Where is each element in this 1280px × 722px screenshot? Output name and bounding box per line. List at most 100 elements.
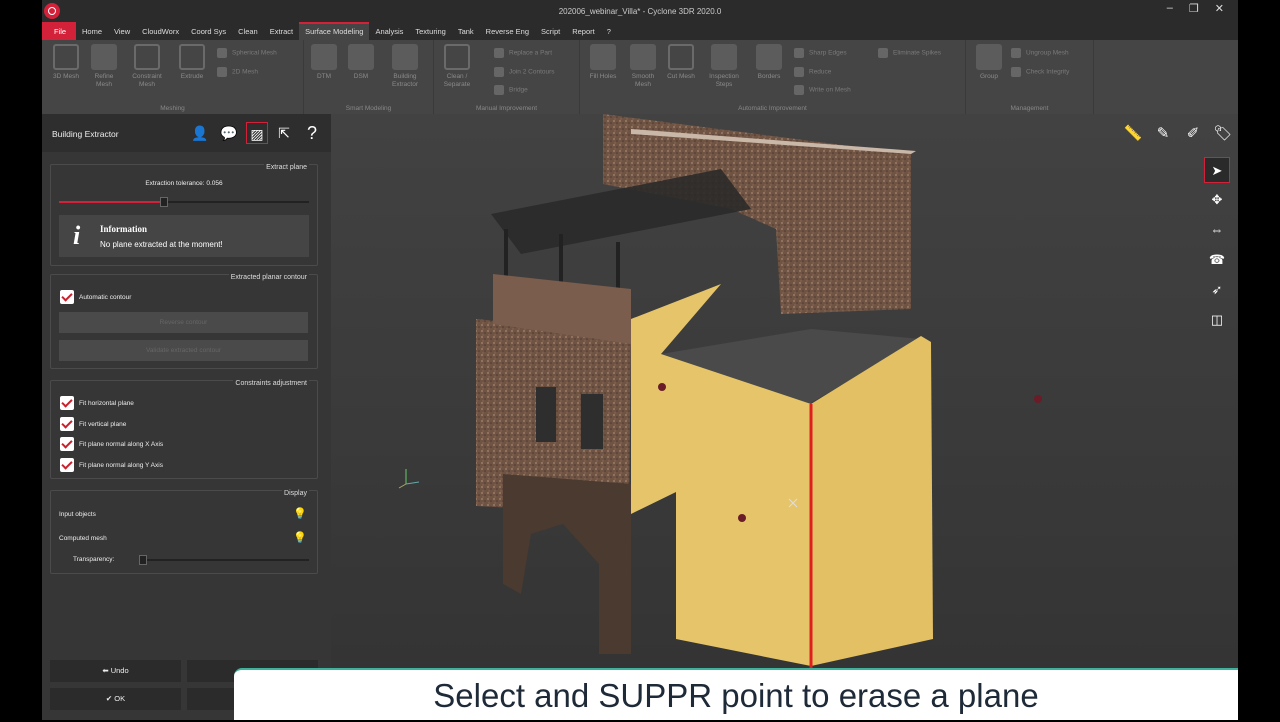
group-button[interactable]: Group <box>972 44 1006 81</box>
tab-home[interactable]: Home <box>76 22 108 40</box>
fit-view-icon[interactable]: ⇔ <box>1204 217 1230 243</box>
tab-extract[interactable]: Extract <box>264 22 299 40</box>
tab-analysis[interactable]: Analysis <box>369 22 409 40</box>
tolerance-label: Extraction tolerance: 0.056 <box>145 180 223 187</box>
profile-icon[interactable]: ✐ <box>1181 122 1205 146</box>
measure-ruler-icon[interactable]: 📏 <box>1121 122 1145 146</box>
eliminate-spikes-button[interactable]: Eliminate Spikes <box>878 48 941 58</box>
constraint-mesh-button[interactable]: Constraint Mesh <box>130 44 164 89</box>
planar-contour-section: Extracted planar contour Automatic conto… <box>50 274 318 369</box>
tab-surface-modeling[interactable]: Surface Modeling <box>299 22 370 40</box>
axis-gizmo <box>398 469 420 489</box>
restore-icon[interactable]: ❐ <box>1189 2 1199 15</box>
transparency-slider[interactable] <box>139 555 309 565</box>
bridge-button[interactable]: Bridge <box>494 85 528 95</box>
tab-file[interactable]: File <box>42 22 76 40</box>
section-title: Extract plane <box>264 164 309 171</box>
validate-contour-button[interactable]: Validate extracted contour <box>59 340 308 361</box>
undo-button[interactable]: ⬅ Undo <box>50 660 181 682</box>
sharp-edges-button[interactable]: Sharp Edges <box>794 48 847 58</box>
transparency-thumb[interactable] <box>139 555 147 565</box>
transparency-label: Transparency: <box>73 556 115 563</box>
dsm-icon <box>348 44 374 70</box>
group-label: Automatic Improvement <box>738 105 807 112</box>
computed-mesh-label: Computed mesh <box>59 535 107 542</box>
close-icon[interactable]: ✕ <box>1215 2 1224 15</box>
fit-y-axis-checkbox[interactable] <box>60 458 74 472</box>
undo-arrow-icon: ⬅ <box>102 666 111 675</box>
building-extractor-button[interactable]: Building Extractor <box>388 44 422 89</box>
join-contours-button[interactable]: Join 2 Contours <box>494 67 555 77</box>
dsm-button[interactable]: DSM <box>344 44 378 81</box>
tolerance-slider[interactable] <box>59 197 309 207</box>
navigate-icon[interactable]: ➶ <box>1204 277 1230 303</box>
tab-texturing[interactable]: Texturing <box>409 22 451 40</box>
funnel-icon <box>794 67 804 77</box>
clean-separate-button[interactable]: Clean / Separate <box>437 44 477 89</box>
write-icon <box>794 85 804 95</box>
fill-holes-button[interactable]: Fill Holes <box>586 44 620 81</box>
fit-vertical-checkbox[interactable] <box>60 417 74 431</box>
check-integrity-button[interactable]: Check Integrity <box>1011 67 1069 77</box>
reduce-button[interactable]: Reduce <box>794 67 831 77</box>
user-icon[interactable]: 👤 <box>189 122 211 144</box>
reverse-contour-button[interactable]: Reverse contour <box>59 312 308 333</box>
information-box: i Information No plane extracted at the … <box>59 215 309 257</box>
tab-report[interactable]: Report <box>566 22 601 40</box>
tolerance-fill <box>59 201 164 203</box>
camera-icon[interactable]: ☎ <box>1204 247 1230 273</box>
3d-mesh-button[interactable]: 3D Mesh <box>49 44 83 81</box>
tag-icon[interactable]: 🏷 <box>1211 122 1235 146</box>
section-title: Extracted planar contour <box>228 274 309 281</box>
building-extractor-panel: Building Extractor 👤 💬 ▨ ⇱ ? Extract pla… <box>42 114 331 720</box>
write-on-mesh-button[interactable]: Write on Mesh <box>794 85 851 95</box>
minimize-icon[interactable]: – <box>1167 2 1173 15</box>
tab-tank[interactable]: Tank <box>452 22 480 40</box>
tolerance-thumb[interactable] <box>160 197 168 207</box>
fit-x-axis-checkbox[interactable] <box>60 437 74 451</box>
smooth-mesh-button[interactable]: Smooth Mesh <box>626 44 660 89</box>
cut-mesh-button[interactable]: Cut Mesh <box>664 44 698 81</box>
visibility-bulb-icon[interactable]: 💡 <box>293 531 307 544</box>
tab-coord-sys[interactable]: Coord Sys <box>185 22 232 40</box>
dtm-button[interactable]: DTM <box>307 44 341 81</box>
fit-horizontal-checkbox[interactable] <box>60 396 74 410</box>
ungroup-mesh-button[interactable]: Ungroup Mesh <box>1011 48 1069 58</box>
mesh-2d-icon <box>217 67 227 77</box>
tab-clean[interactable]: Clean <box>232 22 264 40</box>
tab-reverse-eng[interactable]: Reverse Eng <box>480 22 535 40</box>
panel-header: Building Extractor 👤 💬 ▨ ⇱ ? <box>42 114 331 152</box>
extrude-button[interactable]: Extrude <box>175 44 209 81</box>
info-text: No plane extracted at the moment! <box>100 240 223 249</box>
select-cursor-icon[interactable]: ➤ <box>1204 157 1230 183</box>
annotate-icon[interactable]: ✎ <box>1151 122 1175 146</box>
clipping-icon[interactable]: ◫ <box>1204 307 1230 333</box>
help-icon[interactable]: ? <box>301 122 323 144</box>
tab-view[interactable]: View <box>108 22 136 40</box>
replace-part-button[interactable]: Replace a Part <box>494 48 552 58</box>
comment-icon[interactable]: 💬 <box>218 122 240 144</box>
export-icon[interactable]: ⇱ <box>273 122 295 144</box>
smooth-icon <box>630 44 656 70</box>
tab-cloudworx[interactable]: CloudWorx <box>136 22 185 40</box>
borders-icon <box>756 44 782 70</box>
info-title: Information <box>100 224 147 234</box>
spherical-mesh-button[interactable]: Spherical Mesh <box>217 48 277 58</box>
group-label: Smart Modeling <box>345 105 392 112</box>
spikes-icon <box>878 48 888 58</box>
building-point-cloud <box>398 114 1042 670</box>
tab-script[interactable]: Script <box>535 22 566 40</box>
automatic-contour-checkbox[interactable] <box>60 290 74 304</box>
display-section: Display Input objects 💡 Computed mesh 💡 … <box>50 490 318 574</box>
sphere-icon <box>217 48 227 58</box>
visibility-bulb-icon[interactable]: 💡 <box>293 507 307 520</box>
refine-mesh-button[interactable]: Refine Mesh <box>87 44 121 89</box>
tab-help[interactable]: ? <box>601 22 617 40</box>
pan-icon[interactable]: ✥ <box>1204 187 1230 213</box>
borders-button[interactable]: Borders <box>752 44 786 81</box>
inspection-steps-button[interactable]: Inspection Steps <box>704 44 744 89</box>
3d-viewport[interactable]: 📏 ✎ ✐ 🏷 ➤ ✥ ⇔ ☎ ➶ ◫ <box>331 114 1238 670</box>
2d-mesh-button[interactable]: 2D Mesh <box>217 67 258 77</box>
ok-button[interactable]: ✔ OK <box>50 688 181 710</box>
plane-tool-icon[interactable]: ▨ <box>246 122 268 144</box>
